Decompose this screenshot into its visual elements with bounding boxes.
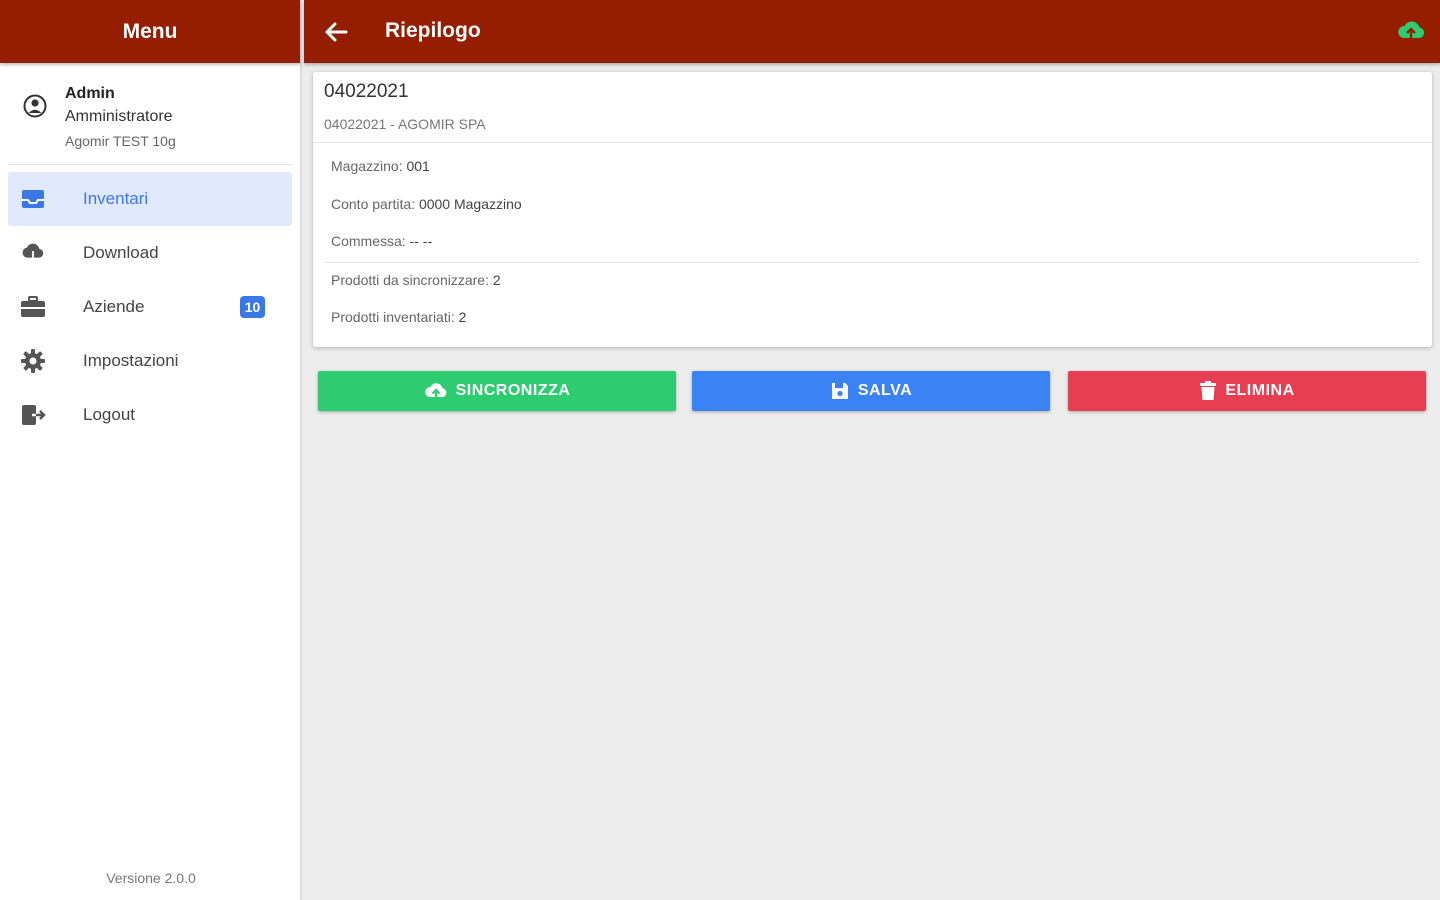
- account-label: Conto partita:: [331, 196, 416, 212]
- cloud-upload-icon: [424, 383, 446, 398]
- user-circle-icon: [23, 94, 47, 118]
- inventory-summary-card: 04022021 04022021 - AGOMIR SPA Magazzino…: [313, 72, 1432, 347]
- sync-button[interactable]: SINCRONIZZA: [318, 371, 676, 411]
- inbox-icon: [20, 186, 46, 212]
- cloud-download-icon: [20, 240, 46, 266]
- to-sync-value: 2: [492, 272, 501, 288]
- delete-button[interactable]: ELIMINA: [1068, 371, 1426, 411]
- sidebar-item-inventari[interactable]: Inventari: [8, 172, 292, 226]
- account-value: 0000 Magazzino: [418, 196, 522, 212]
- sidebar-item-logout[interactable]: Logout: [8, 388, 292, 442]
- sidebar-nav: Inventari Download Aziende 10 Impostazio…: [0, 172, 300, 442]
- order-info: Commessa: -- --: [331, 233, 432, 249]
- sidebar-item-label: Inventari: [83, 189, 149, 208]
- briefcase-icon: [20, 294, 46, 320]
- to-sync-label: Prodotti da sincronizzare:: [331, 272, 489, 288]
- card-header: 04022021 04022021 - AGOMIR SPA: [313, 72, 1432, 143]
- sidebar-item-aziende[interactable]: Aziende 10: [8, 280, 292, 334]
- to-sync-info: Prodotti da sincronizzare: 2: [331, 272, 501, 288]
- user-role: Amministratore: [65, 108, 173, 125]
- warehouse-label: Magazzino:: [331, 158, 403, 174]
- warehouse-info: Magazzino: 001: [331, 158, 430, 174]
- logout-icon: [20, 402, 46, 428]
- sidebar-item-label: Logout: [83, 405, 135, 424]
- gear-icon: [20, 348, 46, 374]
- warehouse-value: 001: [406, 158, 430, 174]
- cloud-sync-icon[interactable]: [1396, 18, 1426, 44]
- page-title: Riepilogo: [385, 19, 481, 42]
- back-arrow-icon[interactable]: [322, 18, 350, 46]
- sidebar-item-impostazioni[interactable]: Impostazioni: [8, 334, 292, 388]
- order-label: Commessa:: [331, 233, 406, 249]
- inventoried-label: Prodotti inventariati:: [331, 309, 455, 325]
- sidebar-item-download[interactable]: Download: [8, 226, 292, 280]
- sidebar-item-label: Aziende: [83, 297, 145, 316]
- app-version: Versione 2.0.0: [106, 870, 196, 886]
- account-info: Conto partita: 0000 Magazzino: [331, 196, 522, 212]
- delete-button-label: ELIMINA: [1225, 382, 1295, 399]
- trash-icon: [1200, 381, 1217, 400]
- user-company: Agomir TEST 10g: [65, 133, 176, 149]
- floppy-disk-icon: [831, 383, 848, 399]
- sync-button-label: SINCRONIZZA: [455, 382, 571, 399]
- inventory-code: 04022021: [324, 81, 409, 102]
- sidebar: Menu Admin Amministratore Agomir TEST 10…: [0, 0, 302, 900]
- sidebar-item-label: Download: [83, 243, 159, 262]
- sidebar-item-label: Impostazioni: [83, 351, 179, 370]
- sidebar-title: Menu: [0, 0, 300, 63]
- user-name: Admin: [65, 85, 115, 102]
- card-divider: [325, 262, 1420, 263]
- save-button-label: SALVA: [857, 382, 913, 399]
- count-badge: 10: [240, 296, 265, 318]
- inventoried-value: 2: [458, 309, 467, 325]
- user-profile: Admin Amministratore Agomir TEST 10g: [8, 63, 292, 165]
- save-button[interactable]: SALVA: [692, 371, 1050, 411]
- order-value: -- --: [409, 233, 433, 249]
- inventory-subtitle: 04022021 - AGOMIR SPA: [324, 116, 486, 132]
- app-header: Riepilogo: [304, 0, 1440, 63]
- inventoried-info: Prodotti inventariati: 2: [331, 309, 466, 325]
